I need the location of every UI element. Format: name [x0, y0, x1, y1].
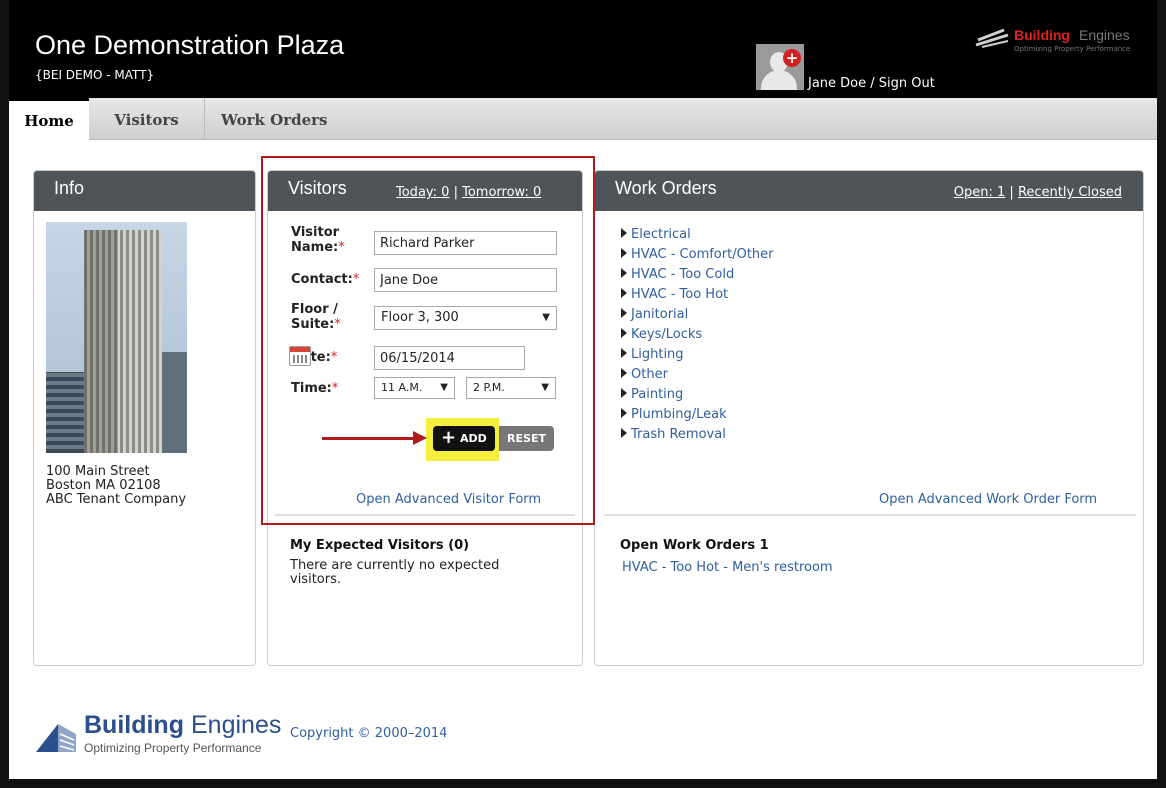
triangle-right-icon [621, 388, 627, 398]
triangle-right-icon [621, 228, 627, 238]
brand-tagline: Optimizing Property Performance [1014, 45, 1131, 53]
work-orders-divider [604, 514, 1136, 516]
user-line: Jane Doe / Sign Out [808, 76, 935, 91]
info-panel-title: Info [54, 178, 85, 198]
work-order-categories: Electrical HVAC - Comfort/Other HVAC - T… [621, 225, 774, 445]
annotation-highlight-box [261, 156, 595, 525]
category-lighting[interactable]: Lighting [621, 345, 774, 365]
triangle-right-icon [621, 428, 627, 438]
brand-swoosh-icon [975, 28, 1009, 48]
category-trash-removal[interactable]: Trash Removal [621, 425, 774, 445]
category-janitorial[interactable]: Janitorial [621, 305, 774, 325]
tab-home[interactable]: Home [9, 98, 89, 140]
site-subtitle: {BEI DEMO - MATT} [35, 68, 155, 82]
expected-visitors-title: My Expected Visitors (0) [290, 538, 470, 553]
sign-out-link[interactable]: Sign Out [879, 76, 935, 91]
category-other[interactable]: Other [621, 365, 774, 385]
triangle-right-icon [621, 368, 627, 378]
info-panel-header: Info [34, 171, 255, 211]
footer-brand-light: Engines [191, 711, 282, 739]
work-order-count-separator: | [1005, 185, 1018, 200]
user-name[interactable]: Jane Doe [808, 76, 866, 91]
footer-tagline: Optimizing Property Performance [84, 741, 262, 755]
category-keys-locks[interactable]: Keys/Locks [621, 325, 774, 345]
site-header: One Demonstration Plaza {BEI DEMO - MATT… [9, 0, 1157, 98]
category-hvac-comfort[interactable]: HVAC - Comfort/Other [621, 245, 774, 265]
info-panel: Info 100 Main Street Boston MA 02108 ABC… [33, 170, 256, 666]
main-nav: Home Visitors Work Orders [9, 98, 1157, 140]
brand-logo: Building Engines Optimizing Property Per… [972, 27, 1152, 63]
brand-name-light: Engines [1079, 27, 1130, 43]
category-hvac-too-cold[interactable]: HVAC - Too Cold [621, 265, 774, 285]
triangle-right-icon [621, 408, 627, 418]
triangle-right-icon [621, 348, 627, 358]
tenant-company: ABC Tenant Company [46, 492, 187, 507]
building-address: 100 Main Street Boston MA 02108 ABC Tena… [46, 465, 186, 507]
brand-logo-icon [36, 724, 76, 752]
no-expected-visitors-text: There are currently no expected visitors… [290, 558, 500, 587]
address-line-2: Boston MA 02108 [46, 478, 161, 493]
tab-visitors[interactable]: Visitors [89, 98, 205, 140]
address-line-1: 100 Main Street [46, 464, 150, 479]
tab-work-orders[interactable]: Work Orders [221, 98, 328, 140]
advanced-work-order-form-link[interactable]: Open Advanced Work Order Form [879, 492, 1097, 507]
triangle-right-icon [621, 268, 627, 278]
category-hvac-too-hot[interactable]: HVAC - Too Hot [621, 285, 774, 305]
work-order-counts: Open: 1 | Recently Closed [954, 185, 1122, 200]
brand-name-bold: Building [1014, 27, 1070, 43]
category-electrical[interactable]: Electrical [621, 225, 774, 245]
category-plumbing-leak[interactable]: Plumbing/Leak [621, 405, 774, 425]
work-orders-panel-title: Work Orders [615, 178, 717, 198]
triangle-right-icon [621, 248, 627, 258]
category-painting[interactable]: Painting [621, 385, 774, 405]
footer-logo: Building Engines Optimizing Property Per… [36, 710, 281, 760]
copyright-text: Copyright © 2000–2014 [290, 726, 448, 741]
user-separator: / [866, 76, 879, 91]
open-work-order-item[interactable]: HVAC - Too Hot - Men's restroom [622, 560, 833, 575]
open-work-orders-link[interactable]: Open: 1 [954, 185, 1006, 200]
footer-brand-bold: Building [84, 711, 184, 739]
triangle-right-icon [621, 328, 627, 338]
add-avatar-icon[interactable]: + [783, 49, 801, 67]
building-photo [46, 222, 187, 453]
triangle-right-icon [621, 288, 627, 298]
recently-closed-link[interactable]: Recently Closed [1018, 185, 1122, 200]
work-orders-panel-header: Work Orders Open: 1 | Recently Closed [595, 171, 1143, 211]
triangle-right-icon [621, 308, 627, 318]
site-title: One Demonstration Plaza [35, 30, 345, 60]
open-work-orders-title: Open Work Orders 1 [620, 538, 769, 553]
